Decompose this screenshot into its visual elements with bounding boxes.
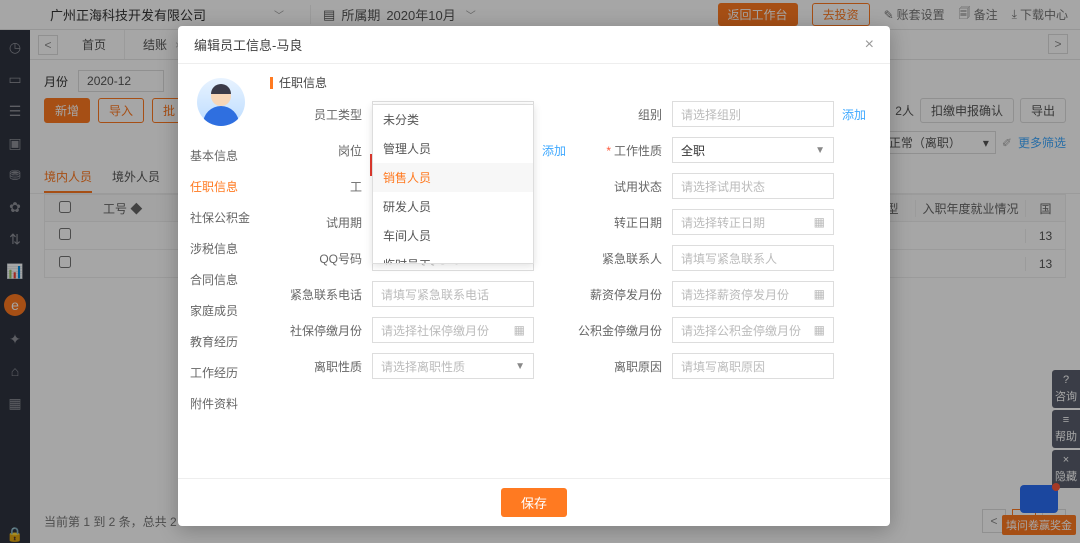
modal-form: 任职信息 员工类型 销售人员ⓧ 组别 请选择组别 添加 岗位 添加 <box>264 64 890 478</box>
add-group-link[interactable]: 添加 <box>842 106 866 123</box>
calendar-icon: ▦ <box>514 323 525 337</box>
label-trial-status: 试用状态 <box>570 178 672 195</box>
leave-nature-select[interactable]: 请选择离职性质▼ <box>372 353 534 379</box>
modal-title: 编辑员工信息-马良 <box>194 35 302 54</box>
turn-date-input[interactable]: 请选择转正日期▦ <box>672 209 834 235</box>
label-post: 岗位 <box>270 142 372 159</box>
menu-attach[interactable]: 附件资料 <box>178 388 264 419</box>
label-emergency: 紧急联系人 <box>570 250 672 267</box>
close-icon[interactable]: × <box>865 36 874 54</box>
menu-education[interactable]: 教育经历 <box>178 326 264 357</box>
edit-employee-modal: 编辑员工信息-马良 × 基本信息 任职信息 社保公积金 涉税信息 合同信息 家庭… <box>178 26 890 526</box>
menu-insurance[interactable]: 社保公积金 <box>178 202 264 233</box>
emerg-phone-input[interactable]: 请填写紧急联系电话 <box>372 281 534 307</box>
emergency-input[interactable]: 请填写紧急联系人 <box>672 245 834 271</box>
menu-workexp[interactable]: 工作经历 <box>178 357 264 388</box>
dropdown-option[interactable]: 管理人员 <box>373 134 533 163</box>
dropdown-option[interactable]: 临时员工 <box>373 250 533 264</box>
label-leave-reason: 离职原因 <box>570 358 672 375</box>
label-work-nature: 工作性质 <box>570 142 672 159</box>
label-turn-date: 转正日期 <box>570 214 672 231</box>
menu-basic[interactable]: 基本信息 <box>178 140 264 171</box>
calendar-icon: ▦ <box>814 287 825 301</box>
leave-reason-input[interactable]: 请填写离职原因 <box>672 353 834 379</box>
dropdown-option-highlight[interactable]: 销售人员 <box>373 163 533 192</box>
label-work-point: 工 <box>270 178 372 195</box>
salary-stop-input[interactable]: 请选择薪资停发月份▦ <box>672 281 834 307</box>
add-post-link[interactable]: 添加 <box>542 142 566 159</box>
section-title: 任职信息 <box>270 74 872 91</box>
menu-tax[interactable]: 涉税信息 <box>178 233 264 264</box>
label-emp-type: 员工类型 <box>270 106 372 123</box>
label-group: 组别 <box>570 106 672 123</box>
trial-status-select[interactable]: 请选择试用状态 <box>672 173 834 199</box>
save-button[interactable]: 保存 <box>501 488 567 517</box>
label-fund-stop: 公积金停缴月份 <box>570 322 672 339</box>
avatar <box>197 78 245 126</box>
chevron-down-icon: ▼ <box>815 145 825 156</box>
dropdown-option[interactable]: 车间人员 <box>373 221 533 250</box>
ss-stop-input[interactable]: 请选择社保停缴月份▦ <box>372 317 534 343</box>
modal-side-menu: 基本信息 任职信息 社保公积金 涉税信息 合同信息 家庭成员 教育经历 工作经历… <box>178 64 264 478</box>
label-emerg-phone: 紧急联系电话 <box>270 286 372 303</box>
label-trial-period: 试用期 <box>270 214 372 231</box>
work-nature-select[interactable]: 全职▼ <box>672 137 834 163</box>
group-select[interactable]: 请选择组别 <box>672 101 834 127</box>
chevron-down-icon: ▼ <box>515 361 525 372</box>
label-qq: QQ号码 <box>270 250 372 267</box>
label-leave-nature: 离职性质 <box>270 358 372 375</box>
calendar-icon: ▦ <box>814 215 825 229</box>
label-ss-stop: 社保停缴月份 <box>270 322 372 339</box>
menu-contract[interactable]: 合同信息 <box>178 264 264 295</box>
label-salary-stop: 薪资停发月份 <box>570 286 672 303</box>
emp-type-dropdown[interactable]: 未分类 管理人员 销售人员 研发人员 车间人员 临时员工 <box>372 104 534 264</box>
fund-stop-input[interactable]: 请选择公积金停缴月份▦ <box>672 317 834 343</box>
menu-family[interactable]: 家庭成员 <box>178 295 264 326</box>
calendar-icon: ▦ <box>814 323 825 337</box>
menu-job[interactable]: 任职信息 <box>178 171 264 202</box>
dropdown-option[interactable]: 研发人员 <box>373 192 533 221</box>
dropdown-option[interactable]: 未分类 <box>373 105 533 134</box>
